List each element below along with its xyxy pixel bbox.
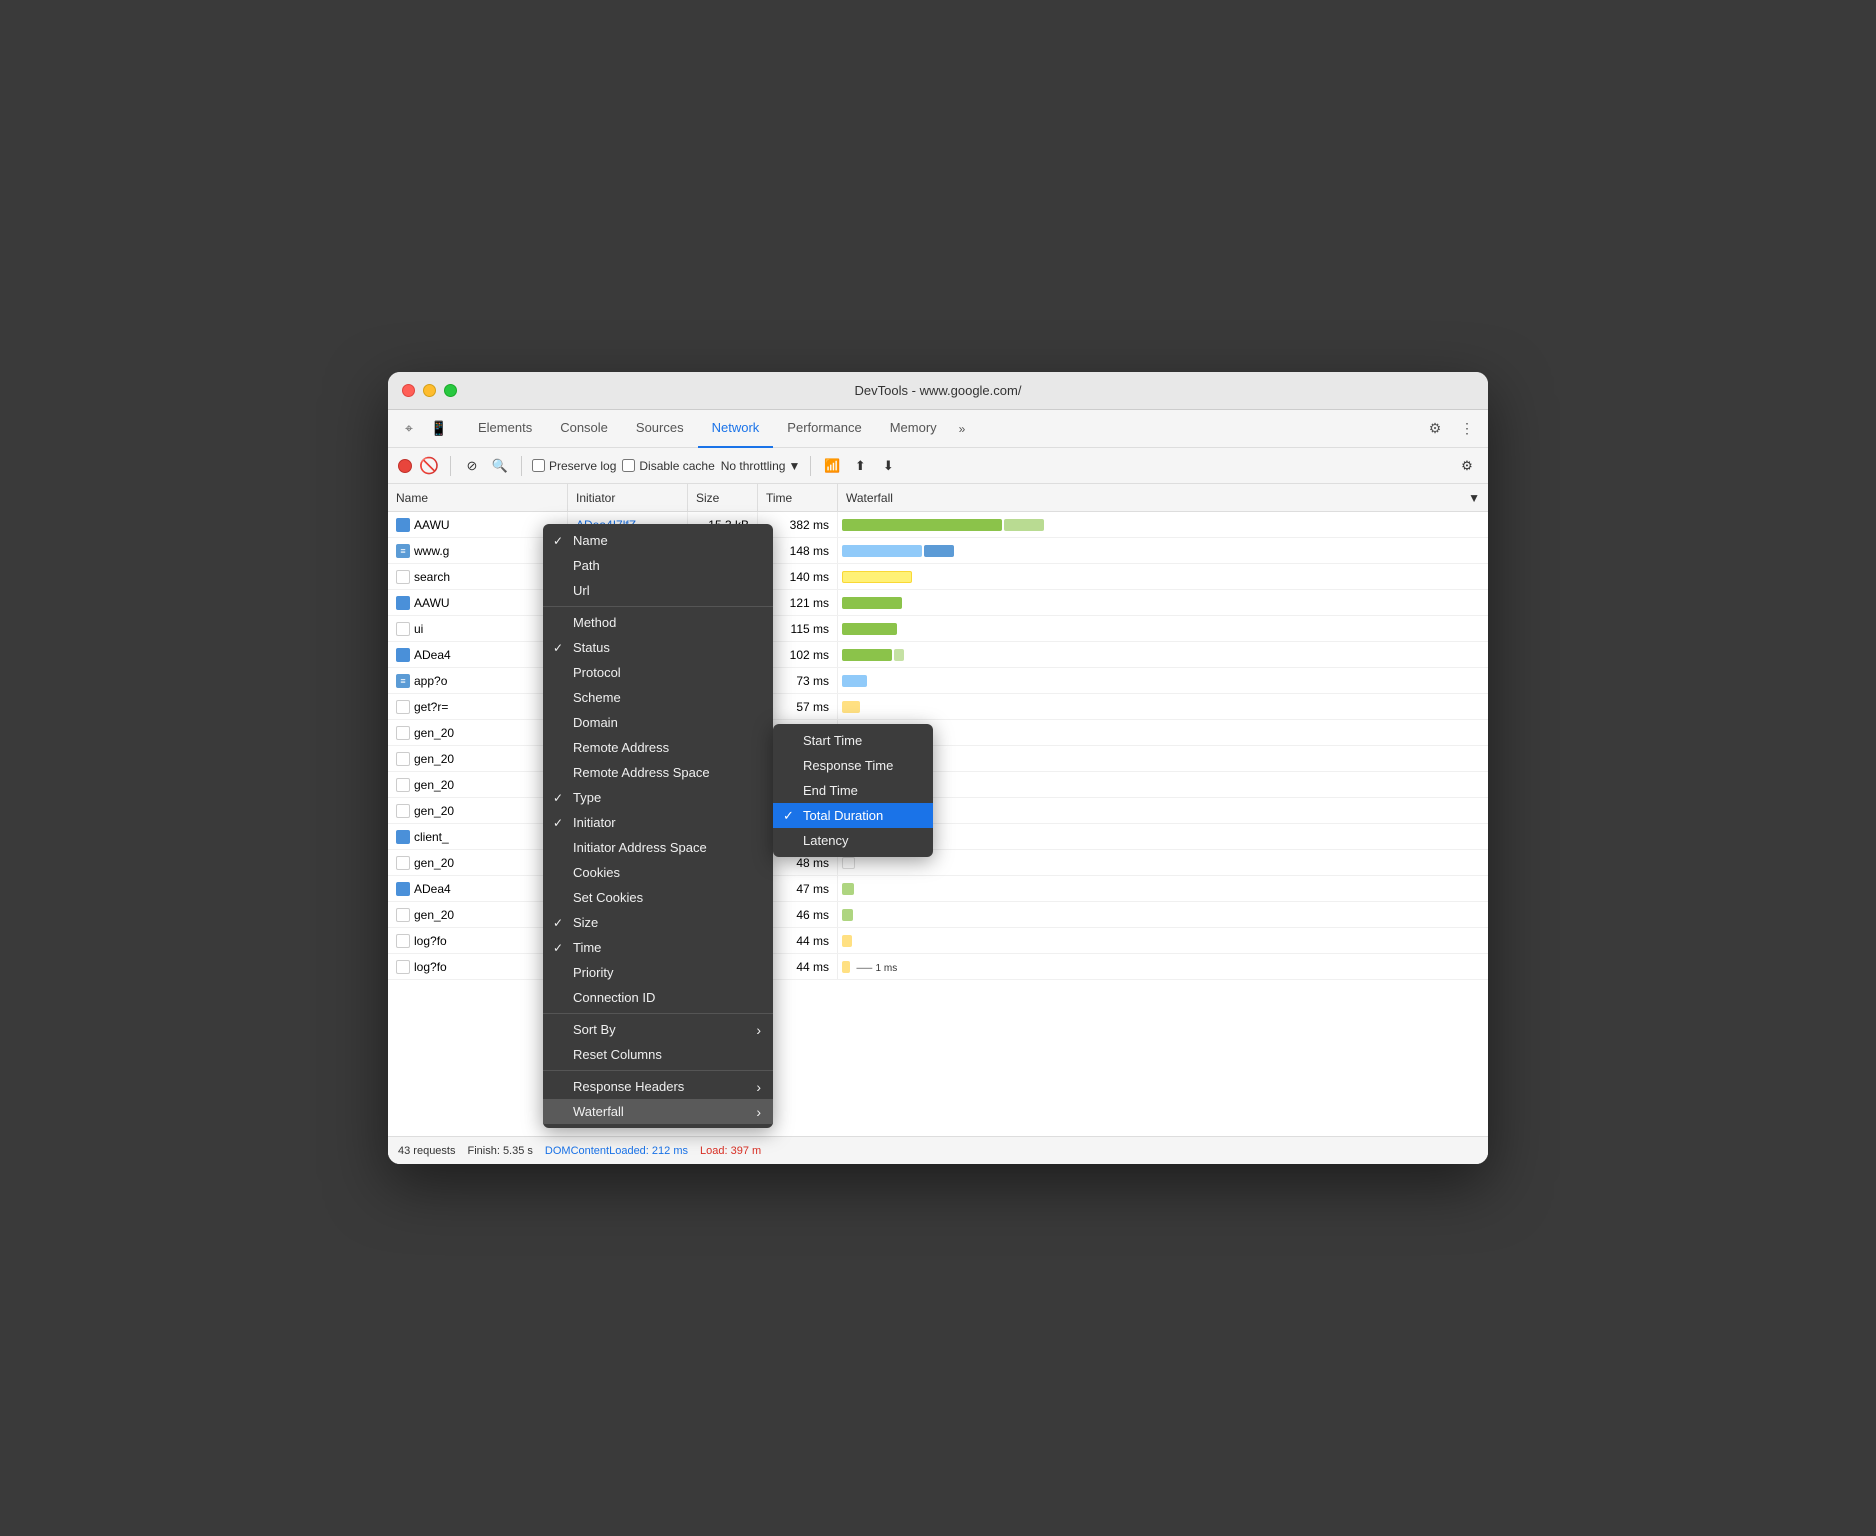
context-menu-overlay[interactable]: Name Path Url Method Status Protocol <box>388 484 1488 1164</box>
cm-item-type[interactable]: Type <box>543 785 773 810</box>
window-title: DevTools - www.google.com/ <box>855 383 1022 398</box>
cursor-icon[interactable]: ⌖ <box>396 416 422 442</box>
settings-icon[interactable]: ⚙ <box>1422 416 1448 442</box>
cm-item-waterfall[interactable]: Waterfall <box>543 1099 773 1124</box>
toolbar-divider-1 <box>450 456 451 476</box>
tabs-bar: ⌖ 📱 Elements Console Sources Network Per… <box>388 410 1488 448</box>
cm-item-path[interactable]: Path <box>543 553 773 578</box>
maximize-button[interactable] <box>444 384 457 397</box>
cm-item-initiator-address-space[interactable]: Initiator Address Space <box>543 835 773 860</box>
tab-sources[interactable]: Sources <box>622 410 698 448</box>
sm-item-total-duration[interactable]: Total Duration <box>773 803 933 828</box>
record-button[interactable] <box>398 459 412 473</box>
devtools-window: DevTools - www.google.com/ ⌖ 📱 Elements … <box>388 372 1488 1164</box>
cm-item-reset-columns[interactable]: Reset Columns <box>543 1042 773 1067</box>
tab-more[interactable]: » <box>951 418 974 440</box>
filter-icon[interactable]: ⊘ <box>461 455 483 477</box>
cm-item-remote-address[interactable]: Remote Address <box>543 735 773 760</box>
toolbar-divider-2 <box>521 456 522 476</box>
sm-item-start-time[interactable]: Start Time <box>773 728 933 753</box>
cm-item-url[interactable]: Url <box>543 578 773 603</box>
cm-item-status[interactable]: Status <box>543 635 773 660</box>
sm-item-end-time[interactable]: End Time <box>773 778 933 803</box>
waterfall-submenu: Start Time Response Time End Time Total … <box>773 724 933 857</box>
disable-cache-input[interactable] <box>622 459 635 472</box>
device-icon[interactable]: 📱 <box>426 416 452 442</box>
cm-item-initiator[interactable]: Initiator <box>543 810 773 835</box>
cm-item-connection-id[interactable]: Connection ID <box>543 985 773 1010</box>
cm-item-response-headers[interactable]: Response Headers <box>543 1074 773 1099</box>
cm-separator-3 <box>543 1070 773 1071</box>
cm-item-set-cookies[interactable]: Set Cookies <box>543 885 773 910</box>
cm-item-remote-address-space[interactable]: Remote Address Space <box>543 760 773 785</box>
more-options-icon[interactable]: ⋮ <box>1454 416 1480 442</box>
cm-item-sort-by[interactable]: Sort By <box>543 1017 773 1042</box>
cm-separator-2 <box>543 1013 773 1014</box>
settings2-icon[interactable]: ⚙ <box>1456 455 1478 477</box>
download-icon[interactable]: ⬇ <box>877 455 899 477</box>
tab-performance[interactable]: Performance <box>773 410 875 448</box>
sm-item-latency[interactable]: Latency <box>773 828 933 853</box>
cm-separator-1 <box>543 606 773 607</box>
wifi-icon[interactable]: 📶 <box>821 455 843 477</box>
cm-item-size[interactable]: Size <box>543 910 773 935</box>
titlebar: DevTools - www.google.com/ <box>388 372 1488 410</box>
context-menu: Name Path Url Method Status Protocol <box>543 524 773 1128</box>
upload-icon[interactable]: ⬆ <box>849 455 871 477</box>
network-toolbar: 🚫 ⊘ 🔍 Preserve log Disable cache No thro… <box>388 448 1488 484</box>
content-area: Name Initiator Size Time Waterfall ▼ <box>388 484 1488 1164</box>
toolbar-divider-3 <box>810 456 811 476</box>
cm-item-scheme[interactable]: Scheme <box>543 685 773 710</box>
sm-item-response-time[interactable]: Response Time <box>773 753 933 778</box>
preserve-log-checkbox[interactable]: Preserve log <box>532 459 616 473</box>
minimize-button[interactable] <box>423 384 436 397</box>
cm-item-time[interactable]: Time <box>543 935 773 960</box>
tabs-right-controls: ⚙ ⋮ <box>1422 416 1480 442</box>
preserve-log-input[interactable] <box>532 459 545 472</box>
cm-item-cookies[interactable]: Cookies <box>543 860 773 885</box>
cm-item-domain[interactable]: Domain <box>543 710 773 735</box>
tab-console[interactable]: Console <box>546 410 622 448</box>
tab-elements[interactable]: Elements <box>464 410 546 448</box>
tab-network[interactable]: Network <box>698 410 774 448</box>
throttle-chevron-icon: ▼ <box>788 459 800 473</box>
traffic-lights <box>402 384 457 397</box>
throttle-select[interactable]: No throttling ▼ <box>721 459 801 473</box>
close-button[interactable] <box>402 384 415 397</box>
tab-memory[interactable]: Memory <box>876 410 951 448</box>
search-icon[interactable]: 🔍 <box>489 455 511 477</box>
cm-item-method[interactable]: Method <box>543 610 773 635</box>
cm-item-name[interactable]: Name <box>543 528 773 553</box>
cm-item-priority[interactable]: Priority <box>543 960 773 985</box>
cm-item-protocol[interactable]: Protocol <box>543 660 773 685</box>
tab-icon-group: ⌖ 📱 <box>396 416 452 442</box>
clear-button[interactable]: 🚫 <box>418 455 440 477</box>
disable-cache-checkbox[interactable]: Disable cache <box>622 459 714 473</box>
